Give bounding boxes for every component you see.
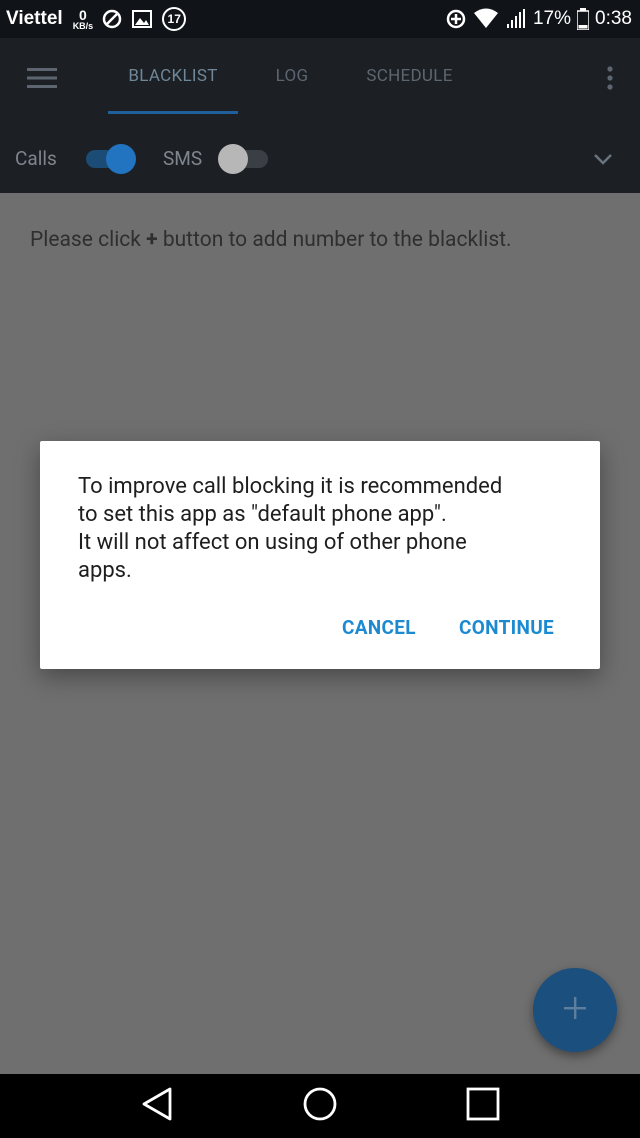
calls-label: Calls [15,147,57,170]
empty-state-plus: + [146,228,158,252]
notification-count-icon: 17 [161,6,187,32]
sms-label: SMS [163,147,203,170]
hotspot-icon [445,8,467,30]
dialog-message-line: To improve call blocking it is recommend… [78,474,503,499]
system-nav-bar [0,1074,640,1138]
notification-count: 17 [167,12,181,26]
back-triangle-icon [141,1087,173,1125]
app-bar: BLACKLIST LOG SCHEDULE Calls SMS [0,38,640,193]
empty-state-message: Please click + button to add number to t… [30,228,512,252]
tab-schedule[interactable]: SCHEDULE [352,66,467,86]
default-app-dialog: To improve call blocking it is recommend… [40,441,600,669]
status-bar: Viettel 0 KB/s 17 17% 0:38 [0,0,640,38]
expand-button[interactable] [588,144,618,174]
tab-blacklist[interactable]: BLACKLIST [108,66,238,86]
continue-button[interactable]: CONTINUE [459,616,554,639]
tab-log[interactable]: LOG [262,66,322,86]
more-vert-icon [607,66,613,94]
dialog-message: To improve call blocking it is recommend… [78,473,568,585]
clock: 0:38 [595,8,632,29]
tab-indicator [108,111,238,114]
menu-button[interactable] [22,60,62,100]
recents-square-icon [466,1087,500,1125]
calls-toggle-thumb [106,144,136,174]
sms-toggle[interactable] [218,142,270,174]
filter-row: Calls SMS [0,128,640,188]
nav-recents-button[interactable] [463,1086,503,1126]
more-options-button[interactable] [598,60,622,100]
battery-percent: 17% [532,8,572,29]
dialog-message-line: apps. [78,558,132,583]
empty-state-text-start: Please click [30,228,147,252]
home-circle-icon [302,1086,338,1126]
signal-icon [505,8,527,30]
nav-back-button[interactable] [137,1086,177,1126]
network-speed-value: 0 [79,6,87,23]
cancel-button[interactable]: CANCEL [342,616,416,639]
gallery-icon [131,8,153,30]
data-saver-icon [101,8,123,30]
hamburger-icon [27,67,57,93]
calls-toggle[interactable] [84,142,136,174]
plus-icon [563,996,587,1024]
dialog-message-line: to set this app as "default phone app". [78,502,447,527]
dialog-message-line: It will not affect on using of other pho… [78,530,467,555]
wifi-icon [473,8,499,30]
battery-icon [577,8,590,30]
network-speed: 0 KB/s [73,8,94,31]
carrier-name: Viettel [6,8,63,29]
chevron-down-icon [594,150,612,169]
empty-state-text-end: button to add number to the blacklist. [157,228,512,252]
sms-toggle-thumb [218,144,248,174]
network-speed-unit: KB/s [72,20,94,31]
add-number-button[interactable] [533,968,617,1052]
nav-home-button[interactable] [300,1086,340,1126]
